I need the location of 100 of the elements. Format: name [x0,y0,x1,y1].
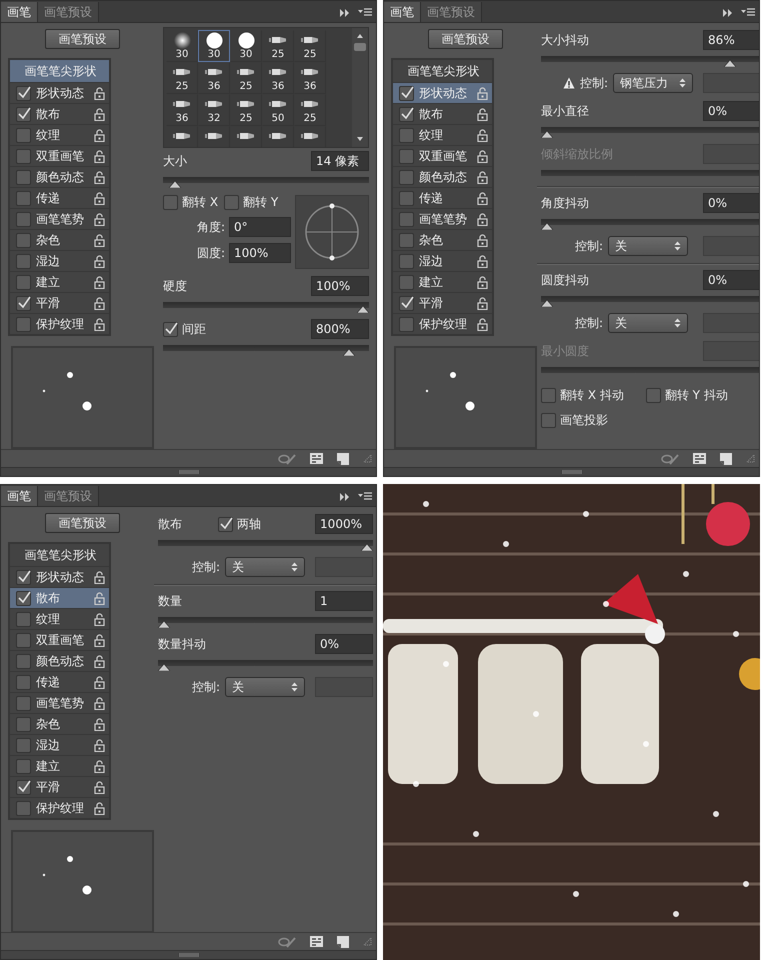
list-item[interactable]: 散布 [393,103,492,124]
collapse-icon[interactable] [340,493,350,501]
checkbox[interactable] [16,274,31,290]
slider-thumb[interactable] [343,348,356,356]
list-item[interactable]: 湿边 [10,250,109,271]
checkbox[interactable] [399,106,414,122]
eye-brush-icon[interactable] [278,452,296,464]
checkbox[interactable] [16,612,31,626]
input-field[interactable]: 100% [311,276,369,296]
list-item[interactable]: 传递 [393,187,492,208]
control-dropdown[interactable]: 关 [225,677,306,697]
list-item[interactable]: 建立 [10,271,109,292]
brush-tip[interactable]: 25 [294,30,326,62]
collapse-icon[interactable] [340,9,350,17]
panel-tab[interactable]: 画笔 [384,2,421,22]
checkbox[interactable] [16,780,31,794]
input-field[interactable] [703,144,759,164]
input-field[interactable]: 86% [703,30,759,50]
list-item[interactable]: 保护纹理 [393,313,492,334]
brush-presets-button[interactable]: 画笔预设 [45,29,120,49]
checkbox[interactable] [399,296,414,310]
list-item[interactable]: 颜色动态 [393,166,492,187]
input-field[interactable] [703,236,759,256]
list-item[interactable]: 保护纹理 [10,797,109,818]
checkbox[interactable] [399,190,414,206]
list-item[interactable]: 形状动态 [10,82,109,103]
checkbox[interactable] [16,590,31,606]
checkbox[interactable] [399,148,414,164]
input-field[interactable] [703,341,759,361]
checkbox[interactable] [399,316,414,332]
list-item[interactable]: 杂色 [10,713,109,734]
checkbox[interactable] [16,148,31,164]
list-item[interactable]: 杂色 [10,229,109,250]
list-item[interactable]: 纹理 [10,608,109,629]
list-item[interactable]: 画笔笔尖形状 [10,544,109,566]
checkbox[interactable] [16,212,31,226]
brush-tip[interactable]: 25 [262,30,294,62]
brush-tip[interactable]: 30 [198,30,230,62]
list-item[interactable]: 传递 [10,671,109,692]
new-preset-icon[interactable] [720,452,732,464]
slider-track[interactable] [541,217,759,231]
checkbox[interactable] [16,654,31,668]
checkbox[interactable] [16,232,31,248]
checkbox[interactable] [16,316,31,332]
drag-handle-icon[interactable] [178,953,198,957]
checkbox[interactable] [16,570,31,584]
control-dropdown[interactable]: 钢笔压力 [613,73,694,93]
input-field[interactable] [703,73,759,93]
input-field[interactable]: 0% [703,270,759,290]
list-item[interactable]: 双重画笔 [393,145,492,166]
brush-tip[interactable]: 30 [230,30,262,62]
checkbox[interactable] [16,170,31,184]
control-dropdown[interactable]: 关 [225,557,306,577]
checkbox[interactable] [16,674,31,690]
eye-brush-icon[interactable] [661,452,679,464]
angle-widget[interactable] [295,195,369,269]
scroll-thumb[interactable] [354,42,366,52]
slider-thumb[interactable] [541,222,553,230]
grid-icon[interactable] [310,936,323,947]
list-item[interactable]: 画笔笔势 [393,208,492,229]
checkbox[interactable] [16,716,31,732]
resize-grip-icon[interactable] [363,937,372,946]
list-item[interactable]: 纹理 [10,124,109,145]
slider-track[interactable] [541,125,759,139]
menu-icon[interactable] [358,8,372,18]
slider-track[interactable] [158,615,374,629]
slider-thumb[interactable] [168,180,181,188]
checkbox[interactable] [16,254,31,268]
eye-brush-icon[interactable] [278,936,296,948]
resize-grip-icon[interactable] [363,454,372,463]
list-item[interactable]: 画笔笔尖形状 [10,60,109,82]
input-field[interactable] [703,313,759,333]
drag-handle-icon[interactable] [562,470,582,474]
checkbox[interactable] [399,170,414,184]
list-item[interactable]: 平滑 [393,292,492,313]
scrollbar[interactable] [352,28,368,147]
checkbox[interactable] [163,194,178,210]
slider-track[interactable] [158,658,374,672]
brush-tip[interactable]: 25 [166,62,198,94]
checkbox[interactable] [224,194,240,210]
checkbox[interactable] [16,128,31,142]
checkbox[interactable] [16,758,31,774]
slider-thumb[interactable] [361,543,374,551]
checkbox[interactable] [399,232,414,248]
new-preset-icon[interactable] [337,936,349,948]
control-dropdown[interactable]: 关 [608,236,688,256]
checkbox[interactable] [399,128,414,142]
list-item[interactable]: 形状动态 [393,82,492,103]
list-item[interactable]: 散布 [10,587,109,608]
list-item[interactable]: 平滑 [10,292,109,313]
list-item[interactable]: 散布 [10,103,109,124]
checkbox[interactable] [399,212,414,226]
checkbox[interactable] [16,86,31,100]
grid-icon[interactable] [310,453,323,464]
panel-tab[interactable]: 画笔 [1,486,38,506]
control-dropdown[interactable]: 关 [608,313,688,333]
input-field[interactable]: 14 像素 [311,151,369,171]
list-item[interactable]: 杂色 [393,229,492,250]
angle-circle-icon[interactable] [303,203,361,261]
list-item[interactable]: 颜色动态 [10,166,109,187]
